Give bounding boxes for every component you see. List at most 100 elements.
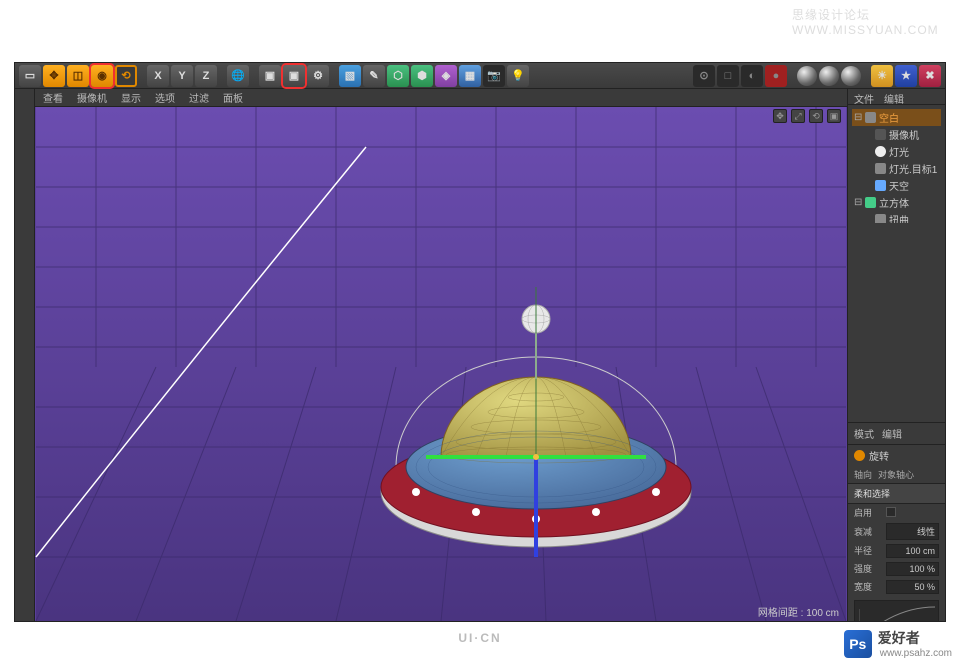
attr-value[interactable]: 50 %: [886, 580, 939, 594]
tree-item[interactable]: ⊟立方体: [852, 194, 941, 211]
watermark-top: 思缘设计论坛 WWW.MISSYUAN.COM: [792, 6, 960, 37]
tree-label: 灯光: [889, 144, 909, 159]
attr-label: 宽度: [854, 580, 886, 593]
view-menu-item[interactable]: 查看: [43, 90, 63, 105]
attr-tab-edit[interactable]: 编辑: [882, 426, 902, 441]
main-area: 查看 摄像机 显示 选项 过滤 面板 ✥ ⤢ ⟲ ▣: [15, 89, 945, 621]
coord-world-button[interactable]: 🌐: [227, 65, 249, 87]
attr-tab-mode[interactable]: 模式: [854, 426, 874, 441]
tree-item[interactable]: ⊟空白: [852, 109, 941, 126]
layout-2-button[interactable]: ★: [895, 65, 917, 87]
material-sphere-1[interactable]: [797, 66, 817, 86]
generator-button[interactable]: ⬡: [387, 65, 409, 87]
tree-label: 扭曲: [889, 212, 909, 223]
scale-tool[interactable]: ◫: [67, 65, 89, 87]
subtab-axis[interactable]: 轴向: [854, 468, 872, 481]
object-icon: [865, 112, 876, 123]
material-sphere-2[interactable]: [819, 66, 839, 86]
deformer-button[interactable]: ◈: [435, 65, 457, 87]
attr-section-header: 柔和选择: [848, 484, 945, 504]
object-icon: [865, 197, 876, 208]
watermark-bottom-right: Ps 爱好者 www.psahz.com: [844, 628, 952, 659]
object-icon: [875, 163, 886, 174]
filter-menu-item[interactable]: 过滤: [189, 90, 209, 105]
display-3-button[interactable]: ◐: [741, 65, 763, 87]
nav-pan-icon[interactable]: ✥: [773, 109, 787, 123]
main-toolbar: ▭ ✥ ◫ ◉ ⟲ X Y Z 🌐 ▣ ▣ ⚙ ▧ ✎ ⬡ ⬢ ◈ ▦ 📷 💡 …: [15, 63, 945, 89]
record-button[interactable]: ●: [765, 65, 787, 87]
options-menu-item[interactable]: 选项: [155, 90, 175, 105]
attr-value[interactable]: 100 cm: [886, 544, 939, 558]
attr-label: 强度: [854, 562, 886, 575]
display-menu-item[interactable]: 显示: [121, 90, 141, 105]
falloff-curve[interactable]: [854, 600, 939, 622]
move-tool[interactable]: ✥: [43, 65, 65, 87]
camera-menu-item[interactable]: 摄像机: [77, 90, 107, 105]
center-column: 查看 摄像机 显示 选项 过滤 面板 ✥ ⤢ ⟲ ▣: [35, 89, 847, 621]
viewport-footer-text: 网格间距 : 100 cm: [758, 604, 839, 619]
checkbox[interactable]: [886, 507, 896, 517]
attr-tabs: 模式 编辑: [848, 423, 945, 445]
attr-label: 半径: [854, 544, 886, 557]
watermark-br-sub: www.psahz.com: [880, 648, 952, 659]
attr-header: 旋转: [848, 445, 945, 466]
display-1-button[interactable]: ⊙: [693, 65, 715, 87]
tree-item[interactable]: 天空: [852, 177, 941, 194]
object-icon: [875, 129, 886, 140]
attr-label: 启用: [854, 506, 886, 519]
left-tool-column: [15, 89, 35, 621]
object-tree[interactable]: ⊟空白摄像机灯光灯光.目标1天空⊟立方体扭曲: [848, 105, 945, 223]
spline-button[interactable]: ✎: [363, 65, 385, 87]
rotate-icon: [854, 450, 865, 461]
environment-button[interactable]: ▦: [459, 65, 481, 87]
object-icon: [875, 214, 886, 223]
tab-file[interactable]: 文件: [854, 91, 874, 102]
attr-value[interactable]: 线性: [886, 523, 939, 540]
viewport[interactable]: ✥ ⤢ ⟲ ▣: [35, 107, 847, 621]
axis-y-button[interactable]: Y: [171, 65, 193, 87]
axis-x-button[interactable]: X: [147, 65, 169, 87]
camera-button[interactable]: 📷: [483, 65, 505, 87]
tree-item[interactable]: 扭曲: [852, 211, 941, 223]
nav-orbit-icon[interactable]: ⟲: [809, 109, 823, 123]
attr-row: 衰减线性: [848, 521, 945, 542]
axis-z-button[interactable]: Z: [195, 65, 217, 87]
nav-zoom-icon[interactable]: ⤢: [791, 109, 805, 123]
attr-label: 衰减: [854, 525, 886, 538]
nav-max-icon[interactable]: ▣: [827, 109, 841, 123]
render-settings-button[interactable]: ⚙: [307, 65, 329, 87]
expand-icon[interactable]: ⊟: [854, 112, 862, 123]
attr-row: 强度100 %: [848, 560, 945, 578]
attribute-panel: 模式 编辑 旋转 轴向 对象轴心 柔和选择 启用衰减线性半径100 cm强度10…: [848, 422, 945, 622]
subtab-center[interactable]: 对象轴心: [878, 468, 914, 481]
primitive-button[interactable]: ▧: [339, 65, 361, 87]
render-region-button[interactable]: ▣: [283, 65, 305, 87]
select-tool[interactable]: ▭: [19, 65, 41, 87]
light-button[interactable]: 💡: [507, 65, 529, 87]
object-icon: [875, 146, 886, 157]
rotate-tool[interactable]: ◉: [91, 65, 113, 87]
watermark-center: UI·CN: [458, 631, 501, 645]
tree-item[interactable]: 灯光.目标1: [852, 160, 941, 177]
material-sphere-3[interactable]: [841, 66, 861, 86]
tree-item[interactable]: 灯光: [852, 143, 941, 160]
viewport-canvas: [35, 107, 847, 621]
layout-3-button[interactable]: ✖: [919, 65, 941, 87]
ps-logo-icon: Ps: [844, 630, 872, 658]
display-2-button[interactable]: □: [717, 65, 739, 87]
attr-row: 启用: [848, 504, 945, 521]
tree-label: 天空: [889, 178, 909, 193]
generator2-button[interactable]: ⬢: [411, 65, 433, 87]
tab-edit[interactable]: 编辑: [884, 91, 904, 102]
render-button[interactable]: ▣: [259, 65, 281, 87]
last-tool[interactable]: ⟲: [115, 65, 137, 87]
expand-icon[interactable]: ⊟: [854, 197, 862, 208]
watermark-br-text: 爱好者: [878, 628, 952, 648]
attr-value[interactable]: 100 %: [886, 562, 939, 576]
panel-menu-item[interactable]: 面板: [223, 90, 243, 105]
viewport-nav-icons: ✥ ⤢ ⟲ ▣: [773, 109, 841, 123]
attr-row: 半径100 cm: [848, 542, 945, 560]
tree-label: 摄像机: [889, 127, 919, 142]
layout-1-button[interactable]: ☀: [871, 65, 893, 87]
tree-item[interactable]: 摄像机: [852, 126, 941, 143]
